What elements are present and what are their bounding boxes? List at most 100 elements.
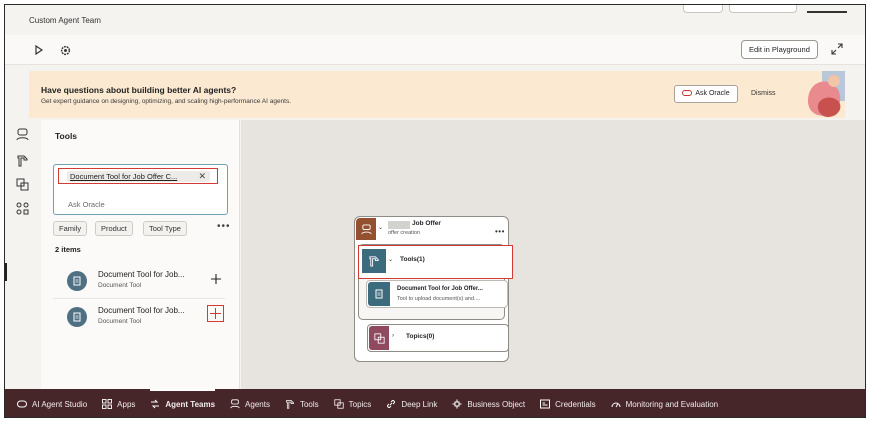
tools-icon: [285, 399, 295, 409]
nav-monitoring-and-evaluation[interactable]: Monitoring and Evaluation: [611, 389, 719, 417]
left-rail: [5, 120, 41, 390]
topics-group[interactable]: › Topics(0): [367, 324, 509, 352]
nav-ai-agent-studio[interactable]: AI Agent Studio: [17, 389, 88, 417]
search-chip-text: Document Tool for Job Offer C...: [70, 172, 178, 181]
agent-subtitle: offer creation: [388, 230, 421, 236]
topics-icon: [369, 326, 389, 350]
ask-oracle-label: Ask Oracle: [695, 90, 730, 97]
play-icon[interactable]: [32, 43, 46, 57]
agent-icon: [356, 218, 376, 240]
monitoring-icon: [611, 399, 621, 409]
nav-label: AI Agent Studio: [32, 399, 88, 409]
add-tool-button[interactable]: [210, 273, 222, 285]
item-divider: [53, 298, 225, 299]
banner-title: Have questions about building better AI …: [41, 85, 237, 95]
rail-active-indicator: [5, 263, 7, 281]
nav-apps[interactable]: Apps: [102, 389, 136, 417]
oracle-logo-icon: [682, 90, 693, 96]
nav-label: Apps: [117, 399, 136, 409]
banner-illustration: [804, 71, 845, 118]
top-button-2[interactable]: [729, 5, 797, 13]
chevron-down-icon[interactable]: ⌄: [388, 256, 393, 263]
chevron-down-icon[interactable]: ⌄: [378, 224, 383, 231]
agents-icon: [230, 399, 240, 409]
tools-header-highlighted[interactable]: ⌄ Tools(1): [358, 245, 513, 279]
nav-agent-teams[interactable]: Agent Teams: [150, 389, 216, 417]
nav-agents[interactable]: Agents: [230, 389, 270, 417]
nav-label: Agent Teams: [165, 399, 216, 409]
filter-product[interactable]: Product: [95, 221, 133, 236]
document-icon: [368, 282, 390, 306]
tool-card-description: Tool to upload document(s) and....: [397, 296, 481, 302]
credentials-icon: [540, 399, 551, 409]
nav-label: Business Object: [467, 399, 526, 409]
document-icon: [67, 307, 87, 327]
chevron-right-icon[interactable]: ›: [392, 333, 394, 339]
search-chip[interactable]: Document Tool for Job Offer C... ✕: [67, 171, 210, 182]
bottom-nav: AI Agent Studio Apps Agent Teams Agents …: [5, 389, 865, 417]
list-item[interactable]: Document Tool for Job... Document Tool: [53, 301, 233, 333]
nav-label: Agents: [245, 399, 270, 409]
search-chip-highlight: Document Tool for Job Offer C... ✕: [58, 168, 218, 184]
result-count: 2 items: [55, 245, 81, 254]
more-filters-icon[interactable]: •••: [217, 221, 231, 232]
help-banner: Have questions about building better AI …: [29, 71, 845, 118]
tools-panel: Tools Document Tool for Job Offer C... ✕…: [41, 120, 240, 390]
add-tool-button-highlighted[interactable]: [207, 305, 224, 322]
tools-icon: [362, 249, 386, 273]
banner-subtitle: Get expert guidance on designing, optimi…: [41, 98, 292, 105]
filter-tool-type[interactable]: Tool Type: [143, 221, 187, 236]
settings-gear-icon[interactable]: [58, 43, 72, 57]
top-button-1[interactable]: [683, 5, 723, 13]
item-type: Document Tool: [98, 282, 142, 289]
agent-node[interactable]: ⌄ Job Offer offer creation ••• ⌄ Tools(1…: [354, 216, 513, 362]
app-frame: Custom Agent Team Edit in Playground Hav…: [4, 4, 866, 418]
top-bar: Custom Agent Team: [5, 5, 865, 35]
nav-label: Credentials: [555, 399, 596, 409]
filter-family[interactable]: Family: [53, 221, 88, 236]
node-more-icon[interactable]: •••: [495, 227, 505, 236]
redacted-name: [388, 221, 410, 229]
business-object-icon: [452, 399, 462, 409]
top-button-3[interactable]: [807, 11, 847, 13]
item-name: Document Tool for Job...: [98, 306, 185, 315]
edit-in-playground-button[interactable]: Edit in Playground: [741, 40, 818, 59]
link-icon: [386, 399, 396, 409]
studio-icon: [17, 399, 27, 409]
nav-label: Tools: [299, 399, 319, 409]
item-name: Document Tool for Job...: [98, 270, 185, 279]
nav-topics[interactable]: Topics: [334, 389, 372, 417]
tool-card[interactable]: Document Tool for Job Offer... Tool to u…: [366, 280, 508, 308]
agent-title: Job Offer: [412, 220, 441, 227]
app-title: Custom Agent Team: [29, 16, 101, 25]
tools-rail-icon[interactable]: [16, 154, 29, 167]
structure-rail-icon[interactable]: [16, 202, 29, 215]
nav-label: Deep Link: [401, 399, 438, 409]
topics-label: Topics(0): [406, 333, 435, 340]
nav-label: Monitoring and Evaluation: [625, 399, 719, 409]
apps-icon: [102, 399, 113, 409]
ask-oracle-button[interactable]: Ask Oracle: [674, 85, 738, 103]
agents-rail-icon[interactable]: [16, 128, 29, 141]
chip-close-icon[interactable]: ✕: [198, 171, 206, 182]
topics-rail-icon[interactable]: [16, 178, 29, 191]
nav-business-object[interactable]: Business Object: [452, 389, 526, 417]
nav-label: Topics: [348, 399, 372, 409]
item-type: Document Tool: [98, 318, 142, 325]
tools-label: Tools(1): [400, 256, 425, 263]
agent-teams-icon: [150, 399, 160, 409]
toolbar: Edit in Playground: [5, 35, 865, 65]
nav-credentials[interactable]: Credentials: [540, 389, 596, 417]
tool-search-box[interactable]: Document Tool for Job Offer C... ✕ Ask O…: [53, 164, 228, 215]
panel-title: Tools: [55, 131, 78, 141]
dismiss-button[interactable]: Dismiss: [751, 90, 776, 97]
topics-icon: [334, 399, 344, 409]
nav-deep-link[interactable]: Deep Link: [386, 389, 438, 417]
document-icon: [67, 271, 87, 291]
nav-tools[interactable]: Tools: [285, 389, 319, 417]
ask-oracle-placeholder[interactable]: Ask Oracle: [68, 200, 105, 209]
tool-card-name: Document Tool for Job Offer...: [397, 286, 483, 292]
design-canvas[interactable]: ⌄ Job Offer offer creation ••• ⌄ Tools(1…: [241, 120, 865, 390]
list-item[interactable]: Document Tool for Job... Document Tool: [53, 265, 233, 297]
expand-icon[interactable]: [831, 43, 843, 55]
